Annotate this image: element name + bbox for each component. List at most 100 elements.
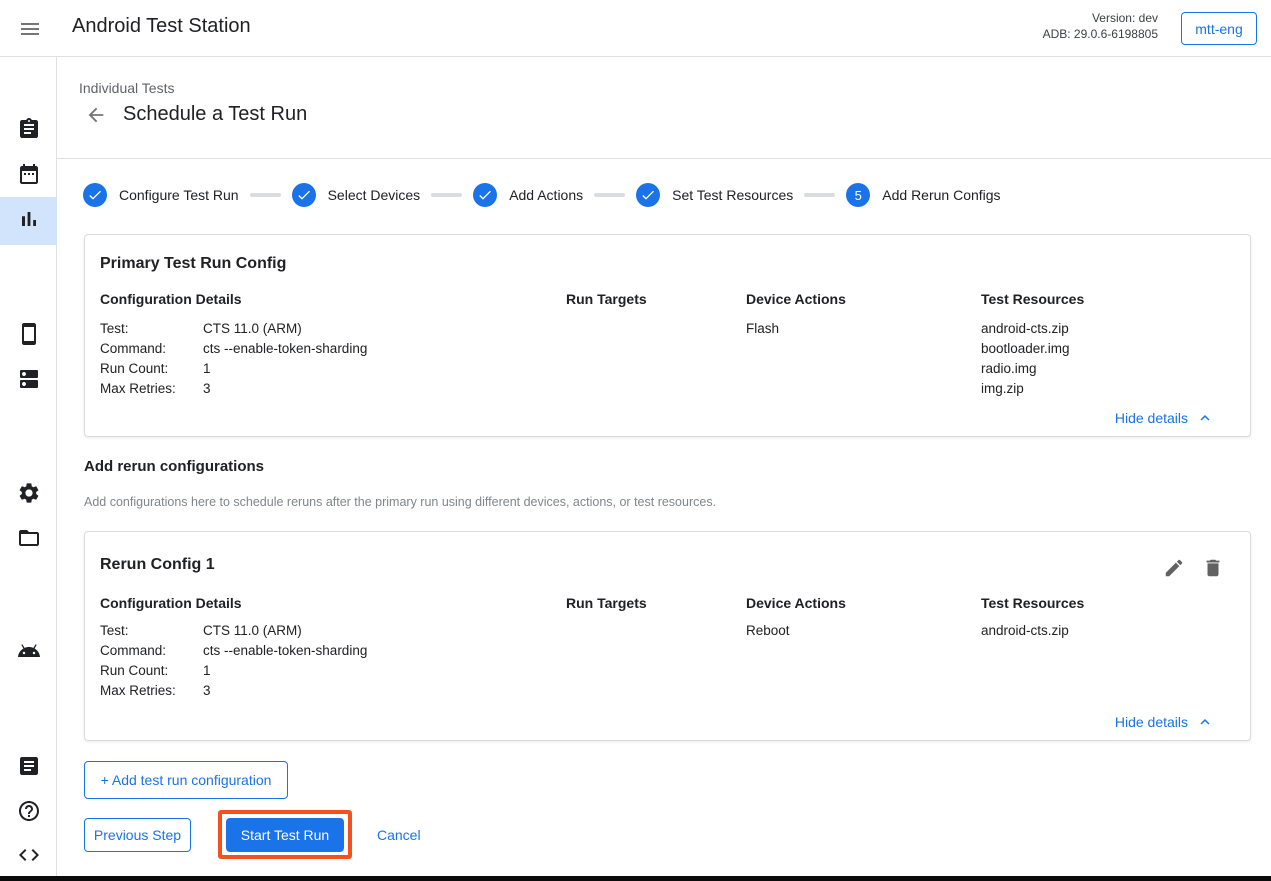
detail-row: Test:CTS 11.0 (ARM) [100, 621, 540, 641]
step-label: Select Devices [328, 187, 421, 203]
step-number: 5 [855, 188, 862, 203]
sidebar-item-test-runs[interactable] [0, 197, 57, 245]
step-number-badge: 5 [846, 183, 870, 207]
column-header-run-targets: Run Targets [566, 595, 647, 611]
test-resource-item: android-cts.zip [981, 319, 1070, 339]
sidebar-item-test-plans[interactable] [0, 152, 57, 200]
detail-row: Run Count:1 [100, 661, 540, 681]
device-action-item: Reboot [746, 621, 790, 641]
back-arrow-icon[interactable] [85, 104, 107, 126]
step-check-icon [473, 183, 497, 207]
stepper-connector [431, 193, 462, 197]
detail-row: Max Retries:3 [100, 681, 540, 701]
test-resource-item: img.zip [981, 379, 1070, 399]
sidebar-item-docs[interactable] [0, 744, 57, 792]
app-header: Android Test Station Version: dev ADB: 2… [0, 0, 1271, 57]
test-resource-item: radio.img [981, 359, 1070, 379]
detail-row: Command:cts --enable-token-sharding [100, 339, 540, 359]
step-check-icon [292, 183, 316, 207]
android-test-station-app: Android Test Station Version: dev ADB: 2… [0, 0, 1271, 881]
detail-label: Test: [100, 621, 203, 641]
help-icon [17, 799, 41, 828]
column-header-run-targets: Run Targets [566, 291, 647, 307]
host-button[interactable]: mtt-eng [1181, 12, 1257, 45]
sidebar [0, 57, 57, 876]
sidebar-item-files[interactable] [0, 516, 57, 564]
step-add-rerun-configs[interactable]: 5 Add Rerun Configs [846, 183, 1000, 207]
sidebar-item-settings[interactable] [0, 471, 57, 519]
test-resources-list: android-cts.zip bootloader.img radio.img… [981, 319, 1070, 399]
detail-row: Run Count:1 [100, 359, 540, 379]
cancel-link[interactable]: Cancel [377, 827, 421, 843]
android-icon [17, 639, 41, 668]
column-header-device-actions: Device Actions [746, 595, 846, 611]
step-check-icon [83, 183, 107, 207]
step-label: Add Actions [509, 187, 583, 203]
clipboard-icon [17, 117, 41, 146]
sidebar-item-hosts[interactable] [0, 357, 57, 405]
detail-label: Run Count: [100, 359, 203, 379]
step-configure-test-run[interactable]: Configure Test Run [83, 183, 239, 207]
detail-value: cts --enable-token-sharding [203, 641, 367, 661]
device-actions-list: Flash [746, 319, 779, 339]
step-set-test-resources[interactable]: Set Test Resources [636, 183, 793, 207]
delete-icon[interactable] [1202, 557, 1224, 579]
stepper-connector [250, 193, 281, 197]
detail-value: 3 [203, 681, 211, 701]
header-divider [57, 158, 1271, 159]
detail-label: Run Count: [100, 661, 203, 681]
detail-value: 3 [203, 379, 211, 399]
detail-value: cts --enable-token-sharding [203, 339, 367, 359]
test-resource-item: bootloader.img [981, 339, 1070, 359]
detail-value: 1 [203, 661, 211, 681]
menu-icon[interactable] [18, 17, 42, 41]
start-test-run-button[interactable]: Start Test Run [226, 818, 344, 852]
sidebar-item-devices[interactable] [0, 312, 57, 360]
breadcrumb: Individual Tests [79, 80, 174, 96]
sidebar-item-dev-mode[interactable] [0, 833, 57, 881]
detail-label: Max Retries: [100, 681, 203, 701]
step-select-devices[interactable]: Select Devices [292, 183, 421, 207]
sidebar-item-android[interactable] [0, 629, 57, 677]
detail-label: Command: [100, 641, 203, 661]
step-label: Set Test Resources [672, 187, 793, 203]
column-header-configuration-details: Configuration Details [100, 291, 242, 307]
detail-label: Command: [100, 339, 203, 359]
stepper-connector [804, 193, 835, 197]
configuration-details-list: Test:CTS 11.0 (ARM) Command:cts --enable… [100, 319, 540, 399]
calendar-icon [17, 162, 41, 191]
detail-value: CTS 11.0 (ARM) [203, 621, 302, 641]
previous-step-button[interactable]: Previous Step [84, 818, 191, 852]
bar-chart-icon [17, 207, 41, 236]
sidebar-item-help[interactable] [0, 789, 57, 837]
gear-icon [17, 481, 41, 510]
test-resources-list: android-cts.zip [981, 621, 1069, 641]
hide-details-link[interactable]: Hide details [1115, 713, 1214, 731]
device-actions-list: Reboot [746, 621, 790, 641]
step-add-actions[interactable]: Add Actions [473, 183, 583, 207]
rerun-section-description: Add configurations here to schedule reru… [84, 495, 716, 509]
storage-icon [17, 367, 41, 396]
app-title: Android Test Station [72, 15, 251, 38]
folder-icon [17, 526, 41, 555]
column-header-test-resources: Test Resources [981, 291, 1084, 307]
hide-details-label: Hide details [1115, 410, 1188, 426]
code-icon [17, 843, 41, 872]
primary-test-run-config-card: Primary Test Run Config Configuration De… [84, 234, 1251, 437]
document-icon [17, 754, 41, 783]
stepper-connector [594, 193, 625, 197]
hide-details-link[interactable]: Hide details [1115, 409, 1214, 427]
sidebar-item-tests[interactable] [0, 107, 57, 155]
version-line: Version: dev [1043, 10, 1158, 26]
add-test-run-configuration-button[interactable]: + Add test run configuration [84, 761, 288, 799]
card-title: Rerun Config 1 [100, 556, 215, 574]
page-title: Schedule a Test Run [123, 103, 307, 126]
step-check-icon [636, 183, 660, 207]
card-title: Primary Test Run Config [100, 255, 286, 273]
detail-label: Test: [100, 319, 203, 339]
test-resource-item: android-cts.zip [981, 621, 1069, 641]
adb-version-line: ADB: 29.0.6-6198805 [1043, 26, 1158, 42]
edit-icon[interactable] [1163, 557, 1185, 579]
detail-value: CTS 11.0 (ARM) [203, 319, 302, 339]
smartphone-icon [17, 322, 41, 351]
